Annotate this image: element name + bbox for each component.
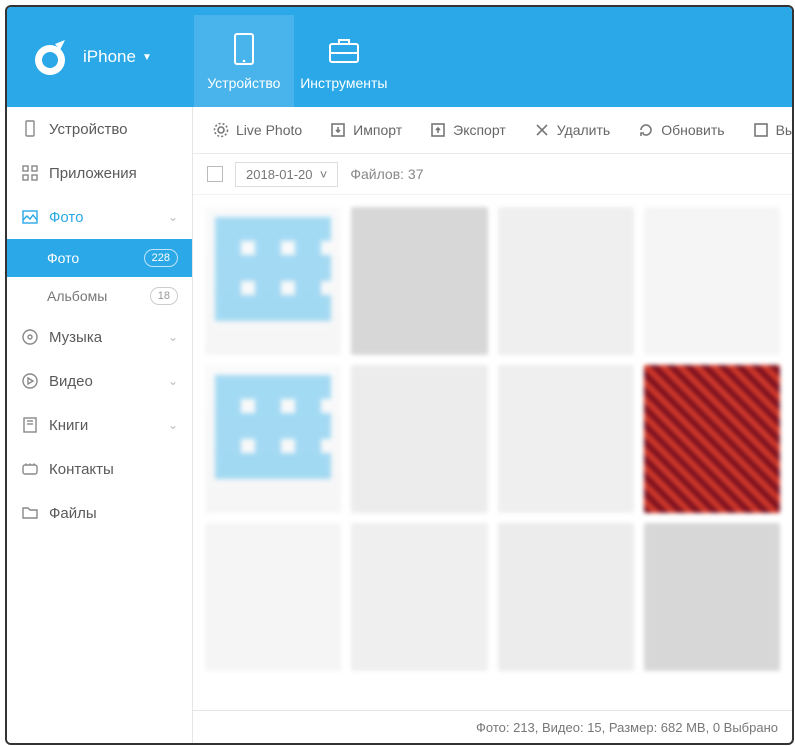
sidebar-item-apps[interactable]: Приложения: [7, 151, 192, 195]
music-icon: [21, 328, 39, 346]
status-bar: Фото: 213, Видео: 15, Размер: 682 MB, 0 …: [193, 710, 792, 743]
date-filter[interactable]: 2018-01-20 ˅: [235, 162, 338, 187]
sidebar-item-video[interactable]: Видео ⌄: [7, 359, 192, 403]
count-badge: 18: [150, 287, 178, 305]
checkbox-icon: [753, 122, 769, 138]
folder-icon: [21, 504, 39, 522]
book-icon: [21, 416, 39, 434]
chevron-down-icon: ⌄: [168, 374, 178, 388]
tab-device[interactable]: Устройство: [194, 15, 294, 107]
export-icon: [430, 122, 446, 138]
device-label: iPhone: [83, 47, 136, 67]
device-icon: [21, 120, 39, 138]
live-photo-icon: [213, 122, 229, 138]
live-photo-button[interactable]: Live Photo: [201, 116, 314, 144]
chevron-down-icon: ⌄: [168, 210, 178, 224]
photo-thumb[interactable]: [498, 523, 634, 671]
sidebar-item-books[interactable]: Книги ⌄: [7, 403, 192, 447]
refresh-icon: [638, 122, 654, 138]
tablet-icon: [225, 31, 263, 69]
sidebar-sub-albums[interactable]: Альбомы 18: [7, 277, 192, 315]
sidebar-item-photos[interactable]: Фото ⌄: [7, 195, 192, 239]
import-button[interactable]: Импорт: [318, 116, 414, 144]
refresh-button[interactable]: Обновить: [626, 116, 736, 144]
filter-bar: 2018-01-20 ˅ Файлов: 37: [193, 154, 792, 195]
import-icon: [330, 122, 346, 138]
photo-grid: [193, 195, 792, 710]
tab-tools[interactable]: Инструменты: [294, 15, 394, 107]
photo-thumb[interactable]: [351, 365, 487, 513]
photo-thumb[interactable]: [498, 365, 634, 513]
chevron-down-icon: ⌄: [168, 418, 178, 432]
toolbox-icon: [325, 31, 363, 69]
sidebar-sub-photo[interactable]: Фото 228: [7, 239, 192, 277]
toolbar: Live Photo Импорт Экспорт Удалить Обнови…: [193, 107, 792, 154]
contacts-icon: [21, 460, 39, 478]
photo-thumb[interactable]: [351, 207, 487, 355]
photo-thumb[interactable]: [498, 207, 634, 355]
photo-thumb[interactable]: [205, 365, 341, 513]
export-button[interactable]: Экспорт: [418, 116, 518, 144]
sidebar: Устройство Приложения Фото ⌄ Фото 228 Ал…: [7, 107, 193, 743]
sidebar-item-music[interactable]: Музыка ⌄: [7, 315, 192, 359]
video-icon: [21, 372, 39, 390]
chevron-down-icon: ⌄: [168, 330, 178, 344]
app-logo-icon: [29, 36, 71, 78]
chevron-down-icon: ▼: [142, 52, 152, 63]
photo-thumb[interactable]: [644, 523, 780, 671]
photo-icon: [21, 208, 39, 226]
sidebar-item-device[interactable]: Устройство: [7, 107, 192, 151]
delete-icon: [534, 122, 550, 138]
file-count: Файлов: 37: [350, 166, 423, 182]
sidebar-item-contacts[interactable]: Контакты: [7, 447, 192, 491]
count-badge: 228: [144, 249, 178, 267]
delete-button[interactable]: Удалить: [522, 116, 622, 144]
sidebar-item-files[interactable]: Файлы: [7, 491, 192, 535]
photo-thumb[interactable]: [644, 365, 780, 513]
select-all-button[interactable]: Выбрать все: [741, 116, 794, 144]
photo-thumb[interactable]: [351, 523, 487, 671]
app-header: iPhone ▼ Устройство Инструменты: [7, 7, 792, 107]
photo-thumb[interactable]: [644, 207, 780, 355]
select-all-checkbox[interactable]: [207, 166, 223, 182]
photo-thumb[interactable]: [205, 523, 341, 671]
photo-thumb[interactable]: [205, 207, 341, 355]
apps-icon: [21, 164, 39, 182]
device-selector[interactable]: iPhone ▼: [7, 7, 174, 107]
